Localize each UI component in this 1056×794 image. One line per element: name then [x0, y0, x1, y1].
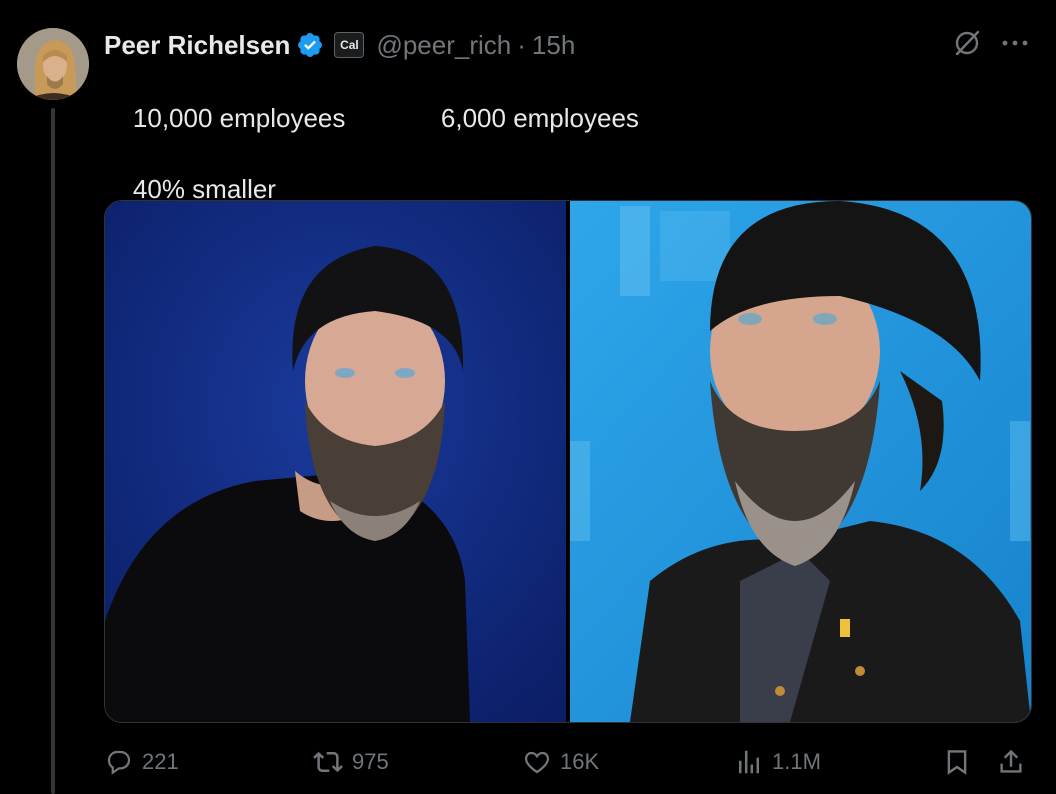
media-grid	[104, 200, 1032, 723]
post-text-right: 6,000 employees	[440, 103, 639, 133]
repost-icon	[312, 747, 344, 777]
more-options-icon[interactable]	[1002, 38, 1028, 48]
share-button[interactable]	[996, 742, 1026, 782]
post-header: Peer Richelsen Cal @peer_rich · 15h	[104, 28, 575, 62]
display-name[interactable]: Peer Richelsen	[104, 30, 290, 61]
like-button[interactable]: 16K	[522, 742, 599, 782]
views-count: 1.1M	[772, 749, 821, 774]
media-photo-left[interactable]	[105, 201, 566, 722]
heart-icon	[522, 747, 552, 777]
share-icon	[996, 747, 1026, 777]
reply-icon	[104, 747, 134, 777]
media-photo-right[interactable]	[570, 201, 1031, 722]
like-count: 16K	[560, 749, 600, 774]
photo-right-image	[570, 201, 1031, 722]
repost-count: 975	[352, 749, 389, 774]
grok-icon[interactable]	[952, 28, 982, 58]
avatar-image	[17, 28, 89, 100]
reply-button[interactable]: 221	[104, 742, 179, 782]
reply-count: 221	[142, 749, 179, 774]
views-button[interactable]: 1.1M	[734, 742, 821, 782]
affiliate-badge[interactable]: Cal	[334, 32, 365, 58]
handle[interactable]: @peer_rich	[376, 30, 511, 61]
thread-line	[51, 108, 55, 794]
post-text-line-1-right: 6,000 employees	[412, 72, 639, 165]
bookmark-icon	[942, 747, 972, 777]
verified-badge-icon[interactable]	[296, 31, 324, 59]
timestamp[interactable]: 15h	[532, 30, 575, 61]
avatar[interactable]	[17, 28, 89, 100]
separator-dot: ·	[517, 29, 526, 60]
photo-left-image	[105, 201, 566, 722]
post: Peer Richelsen Cal @peer_rich · 15h 10,0…	[0, 0, 1056, 794]
engagement-bar: 221 975 16K 1.1M	[104, 742, 1030, 782]
bookmark-button[interactable]	[942, 742, 972, 782]
repost-button[interactable]: 975	[312, 742, 389, 782]
analytics-icon	[734, 747, 764, 777]
top-actions	[952, 28, 1028, 58]
post-text-left: 10,000 employees	[132, 103, 346, 133]
